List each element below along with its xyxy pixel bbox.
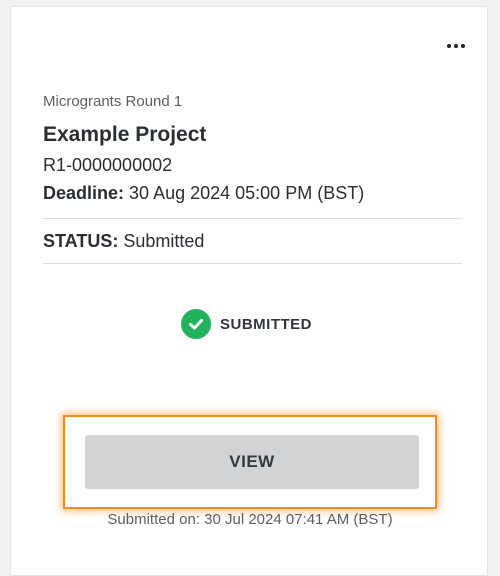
status-badge: SUBMITTED <box>181 309 312 339</box>
more-options-button[interactable] <box>441 37 471 55</box>
more-horizontal-icon <box>447 44 451 48</box>
status-label: STATUS: <box>43 231 119 251</box>
divider <box>43 263 462 264</box>
project-id: R1-0000000002 <box>43 155 173 175</box>
deadline: Deadline: 30 Aug 2024 05:00 PM (BST) <box>43 183 364 204</box>
program-name: Microgrants Round 1 <box>43 93 183 110</box>
deadline-value: 30 Aug 2024 05:00 PM (BST) <box>129 183 365 203</box>
view-button[interactable]: VIEW <box>85 435 419 489</box>
deadline-label: Deadline: <box>43 183 125 203</box>
submission-card: Microgrants Round 1 Example Project R1-0… <box>10 6 488 576</box>
check-circle-icon <box>181 309 211 339</box>
badge-label: SUBMITTED <box>220 315 312 333</box>
project-title: Example Project <box>43 123 207 146</box>
status-value: Submitted <box>123 231 205 251</box>
more-dot <box>461 44 465 48</box>
submitted-on-text: Submitted on: 30 Jul 2024 07:41 AM (BST) <box>107 511 393 528</box>
more-dot <box>454 44 458 48</box>
divider <box>43 218 462 219</box>
status-row: STATUS: Submitted <box>43 231 204 252</box>
